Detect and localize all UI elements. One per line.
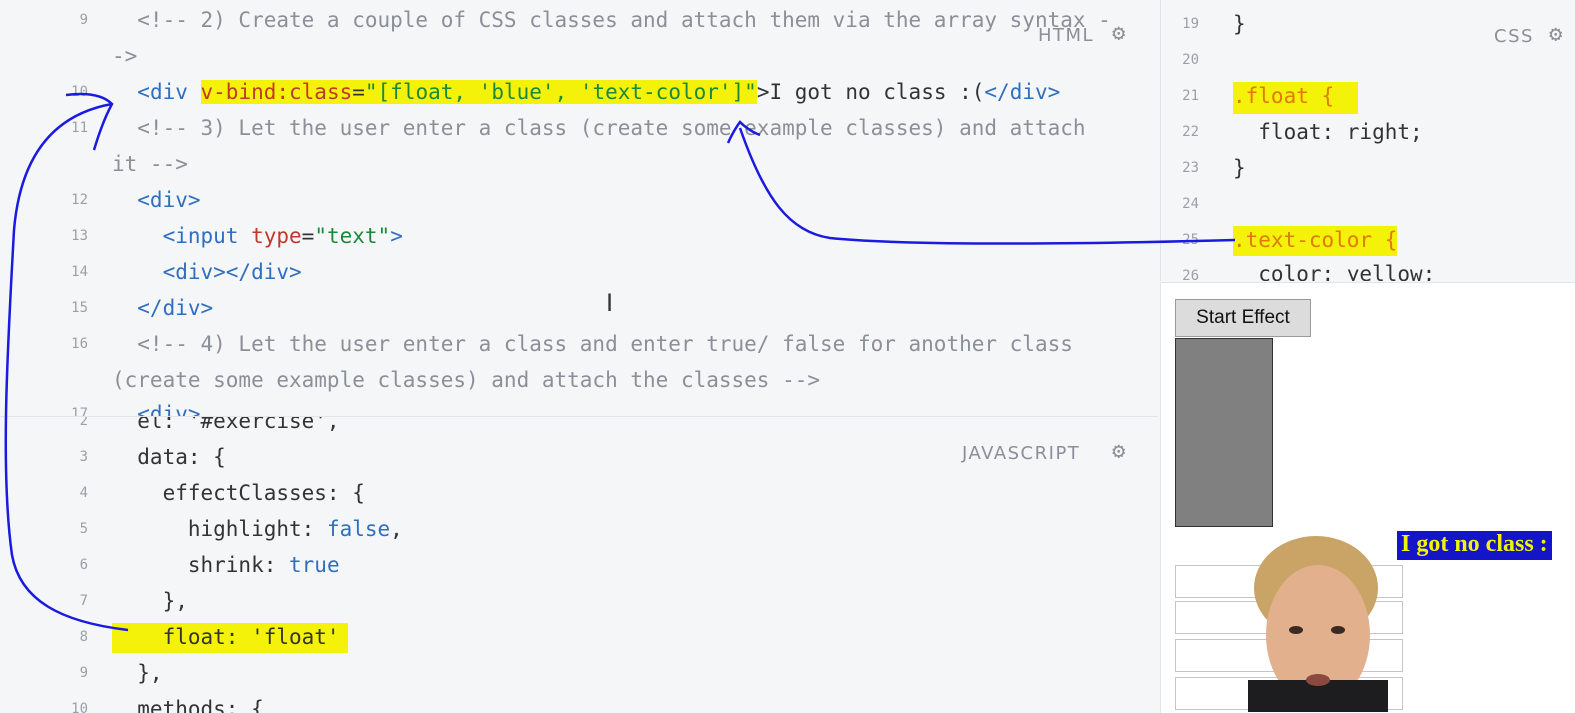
javascript-editor-panel[interactable]: JAVASCRIPT ⚙ 2 el: '#exercise', 3 data: …	[0, 416, 1158, 713]
line-number: 16	[71, 336, 88, 352]
css-line: }	[1233, 12, 1246, 36]
line-number: 19	[1182, 16, 1199, 32]
effect-box	[1175, 338, 1273, 527]
line-number: 6	[79, 557, 88, 573]
start-effect-button[interactable]: Start Effect	[1175, 299, 1311, 337]
code-line-methods: methods: {	[112, 697, 264, 713]
html-settings-gear-icon[interactable]: ⚙	[1112, 23, 1132, 45]
line-number: 23	[1182, 160, 1199, 176]
code-line-effect-classes: effectClasses: {	[112, 481, 365, 505]
line-number: 10	[71, 701, 88, 713]
line-number: 20	[1182, 52, 1199, 68]
no-class-output-text: I got no class :	[1397, 531, 1552, 560]
line-number: 14	[71, 264, 88, 280]
css-line-float-selector: .float {	[1233, 82, 1359, 114]
code-line-comment-wrap: ->	[112, 44, 138, 68]
line-number: 8	[79, 629, 88, 645]
code-line-data: data: {	[112, 445, 226, 469]
code-line-close-data: },	[112, 661, 163, 685]
code-line-float: float: 'float'	[112, 623, 348, 653]
line-number: 13	[71, 228, 88, 244]
text-cursor-icon: I	[606, 289, 614, 317]
line-number: 5	[79, 521, 88, 537]
code-line-div-open: <div>	[112, 188, 201, 212]
code-line-div-close: </div>	[112, 296, 214, 320]
css-settings-gear-icon[interactable]: ⚙	[1549, 24, 1569, 46]
line-number: 26	[1182, 268, 1199, 281]
line-number-gutter	[0, 0, 40, 416]
javascript-panel-label: JAVASCRIPT	[962, 443, 1081, 464]
line-number: 15	[71, 300, 88, 316]
code-line-comment: <!-- 2) Create a couple of CSS classes a…	[112, 8, 1111, 32]
line-number: 17	[71, 406, 88, 416]
javascript-settings-gear-icon[interactable]: ⚙	[1112, 441, 1132, 463]
css-line: color: yellow;	[1233, 262, 1436, 281]
code-line-close-brace: },	[112, 589, 188, 613]
css-line: float: right;	[1233, 120, 1423, 144]
css-line-text-color-selector: .text-color {	[1233, 226, 1398, 256]
css-panel-label: CSS	[1494, 26, 1534, 47]
v-bind-class-attr: v-bind:class	[200, 80, 353, 104]
code-line-comment: <!-- 4) Let the user enter a class and e…	[112, 332, 1073, 356]
line-number: 12	[71, 192, 88, 208]
line-number: 9	[79, 665, 88, 681]
line-number: 4	[79, 485, 88, 501]
html-editor-panel[interactable]: HTML ⚙ 9 <!-- 2) Create a couple of CSS …	[0, 0, 1158, 416]
line-number: 2	[79, 416, 88, 429]
class-array-string: "[float, 'blue', 'text-color']"	[364, 80, 757, 104]
line-number: 21	[1182, 88, 1199, 104]
code-line-shrink: shrink: true	[112, 553, 340, 577]
css-line: }	[1233, 156, 1246, 180]
code-line-el: el: '#exercise',	[112, 416, 340, 433]
line-number: 11	[71, 120, 88, 136]
code-line-comment: <!-- 3) Let the user enter a class (crea…	[112, 116, 1086, 140]
code-line-empty-div: <div></div>	[112, 260, 302, 284]
line-number: 10	[71, 84, 88, 100]
code-line-comment-wrap: (create some example classes) and attach…	[112, 368, 821, 392]
line-number-gutter	[0, 417, 40, 713]
code-line-highlight: highlight: false,	[112, 517, 403, 541]
code-line-div-bind: <div v-bind:class="[float, 'blue', 'text…	[137, 80, 1061, 104]
line-number: 22	[1182, 124, 1199, 140]
line-number: 24	[1182, 196, 1199, 212]
code-line-comment-wrap: it -->	[112, 152, 188, 176]
line-number: 3	[79, 449, 88, 465]
code-line-div-open: <div>	[112, 402, 201, 416]
presenter-webcam-image	[1248, 536, 1388, 712]
line-number: 25	[1182, 232, 1199, 248]
code-line-input: <input type="text">	[162, 224, 403, 248]
div-open-tag: <div	[137, 80, 201, 104]
line-number: 9	[79, 12, 88, 28]
line-number: 7	[79, 593, 88, 609]
css-editor-panel[interactable]: CSS ⚙ 19 } 20 21 .float { 22 float: righ…	[1160, 0, 1575, 281]
